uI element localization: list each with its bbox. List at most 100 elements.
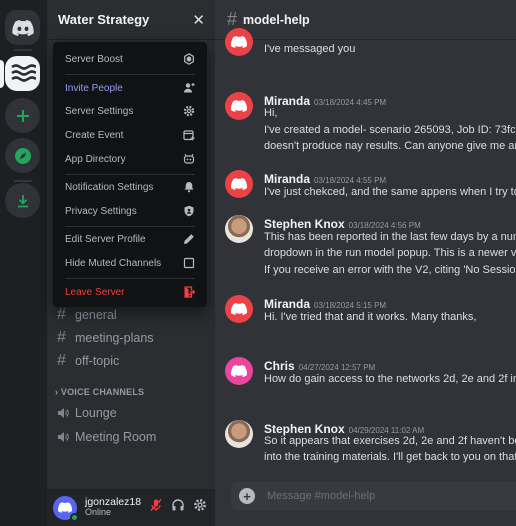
message-timestamp: 04/29/2024 11:02 AM — [348, 426, 425, 435]
add-server-button[interactable] — [5, 98, 40, 133]
shield-icon — [184, 205, 194, 217]
discord-logo-icon — [231, 36, 247, 48]
message-text: If you receive an error with the V2, cit… — [264, 264, 516, 276]
voice-channels-category[interactable]: › VOICE CHANNELS — [55, 387, 144, 397]
user-settings-button[interactable] — [193, 498, 207, 517]
message-text: Hi, — [264, 107, 278, 119]
waves-icon — [10, 63, 36, 82]
voice-channel-meeting-room[interactable]: Meeting Room — [57, 426, 156, 448]
close-icon[interactable]: ✕ — [192, 11, 205, 29]
mute-microphone-button[interactable] — [149, 498, 163, 517]
channel-label: meeting-plans — [75, 331, 154, 345]
leave-icon — [184, 286, 195, 298]
speaker-icon — [57, 431, 75, 443]
message-timestamp: 03/18/2024 4:56 PM — [348, 221, 421, 230]
menu-item-hide-muted-channels[interactable]: Hide Muted Channels — [59, 252, 201, 274]
channel-label: general — [75, 308, 117, 322]
menu-item-server-boost[interactable]: Server Boost — [59, 48, 201, 70]
channel-off-topic[interactable]: # off-topic — [57, 350, 119, 372]
server-header[interactable]: Water Strategy ✕ — [47, 0, 215, 40]
avatar[interactable] — [225, 28, 253, 56]
download-icon — [17, 194, 28, 207]
user-info[interactable]: jgonzalez18 Online — [85, 497, 141, 517]
menu-separator — [65, 278, 195, 279]
message-author[interactable]: Stephen Knox — [264, 422, 345, 436]
menu-item-label: Server Boost — [65, 53, 123, 65]
message-timestamp: 03/18/2024 4:55 PM — [314, 176, 387, 185]
deafen-button[interactable] — [171, 498, 185, 517]
voice-channel-lounge[interactable]: Lounge — [57, 402, 117, 424]
download-apps-button[interactable] — [5, 183, 40, 218]
avatar[interactable] — [225, 295, 253, 323]
menu-item-invite-people[interactable]: Invite People — [59, 77, 201, 99]
menu-item-server-settings[interactable]: Server Settings — [59, 100, 201, 122]
explore-servers-button[interactable] — [5, 138, 40, 173]
menu-item-privacy-settings[interactable]: Privacy Settings — [59, 200, 201, 222]
channel-meeting-plans[interactable]: # meeting-plans — [57, 327, 154, 349]
message-text: I've created a model- scenario 265093, J… — [264, 124, 516, 136]
message-author[interactable]: Miranda — [264, 297, 310, 311]
avatar[interactable] — [225, 215, 253, 243]
avatar[interactable] — [225, 420, 253, 448]
message-input[interactable]: Message #model-help — [267, 490, 375, 502]
message-text: So it appears that exercises 2d, 2e and … — [264, 435, 516, 447]
menu-item-create-event[interactable]: Create Event — [59, 124, 201, 146]
message-composer[interactable]: + Message #model-help — [231, 482, 516, 510]
channel-label: Lounge — [75, 406, 117, 420]
menu-item-label: Server Settings — [65, 105, 134, 117]
message-text: How do gain access to the networks 2d, 2… — [264, 373, 516, 385]
category-label: VOICE CHANNELS — [60, 387, 145, 397]
discord-logo-icon — [231, 303, 247, 315]
speaker-icon — [57, 407, 75, 419]
message-text: This has been reported in the last few d… — [264, 231, 516, 243]
water-strategy-server-icon[interactable] — [5, 56, 40, 91]
discord-logo-icon — [231, 100, 247, 112]
headphones-icon — [172, 499, 184, 511]
menu-item-leave-server[interactable]: Leave Server — [59, 281, 201, 303]
message-text: into the training materials. I'll get ba… — [264, 451, 516, 463]
message-text: doesn't produce nay results. Can anyone … — [264, 140, 516, 152]
hash-icon: # — [57, 306, 66, 323]
message-timestamp: 04/27/2024 12:57 PM — [298, 363, 376, 372]
hash-icon: # — [227, 9, 238, 29]
menu-item-label: Invite People — [65, 82, 123, 94]
menu-item-app-directory[interactable]: App Directory — [59, 148, 201, 170]
menu-item-label: Edit Server Profile — [65, 233, 146, 245]
server-name: Water Strategy — [58, 12, 150, 27]
channel-title: model-help — [243, 12, 310, 27]
avatar[interactable] — [53, 495, 79, 522]
online-status-dot — [70, 512, 79, 522]
add-person-icon — [184, 83, 195, 93]
bot-icon — [183, 153, 195, 164]
user-status: Online — [85, 507, 112, 518]
checkbox-icon — [183, 257, 195, 269]
message-author[interactable]: Miranda — [264, 94, 310, 108]
discord-home-button[interactable] — [5, 10, 40, 45]
menu-item-edit-server-profile[interactable]: Edit Server Profile — [59, 228, 201, 250]
hash-icon: # — [57, 352, 66, 369]
menu-separator — [65, 226, 195, 227]
channel-label: Meeting Room — [75, 430, 157, 444]
channel-header: # model-help — [215, 0, 516, 40]
add-attachment-button[interactable]: + — [239, 488, 255, 504]
calendar-plus-icon — [183, 130, 195, 141]
message-author[interactable]: Chris — [264, 359, 295, 373]
message-author[interactable]: Stephen Knox — [264, 217, 345, 231]
message-author[interactable]: Miranda — [264, 172, 310, 186]
avatar[interactable] — [225, 92, 253, 120]
avatar[interactable] — [225, 357, 253, 385]
chevron-down-icon: › — [55, 387, 59, 397]
menu-item-notification-settings[interactable]: Notification Settings — [59, 176, 201, 198]
discord-logo-icon — [231, 178, 247, 190]
channel-general[interactable]: # general — [57, 304, 117, 326]
menu-item-label: Leave Server — [65, 286, 125, 298]
rail-separator — [14, 49, 32, 51]
avatar[interactable] — [225, 170, 253, 198]
boost-icon — [184, 53, 194, 65]
pencil-icon — [184, 234, 194, 244]
message-timestamp: 03/18/2024 5:15 PM — [314, 301, 387, 310]
rail-separator — [14, 180, 32, 182]
message-text: dropdown in the run model popup. This is… — [264, 247, 516, 259]
menu-item-label: Privacy Settings — [65, 205, 137, 217]
plus-icon — [16, 109, 29, 122]
